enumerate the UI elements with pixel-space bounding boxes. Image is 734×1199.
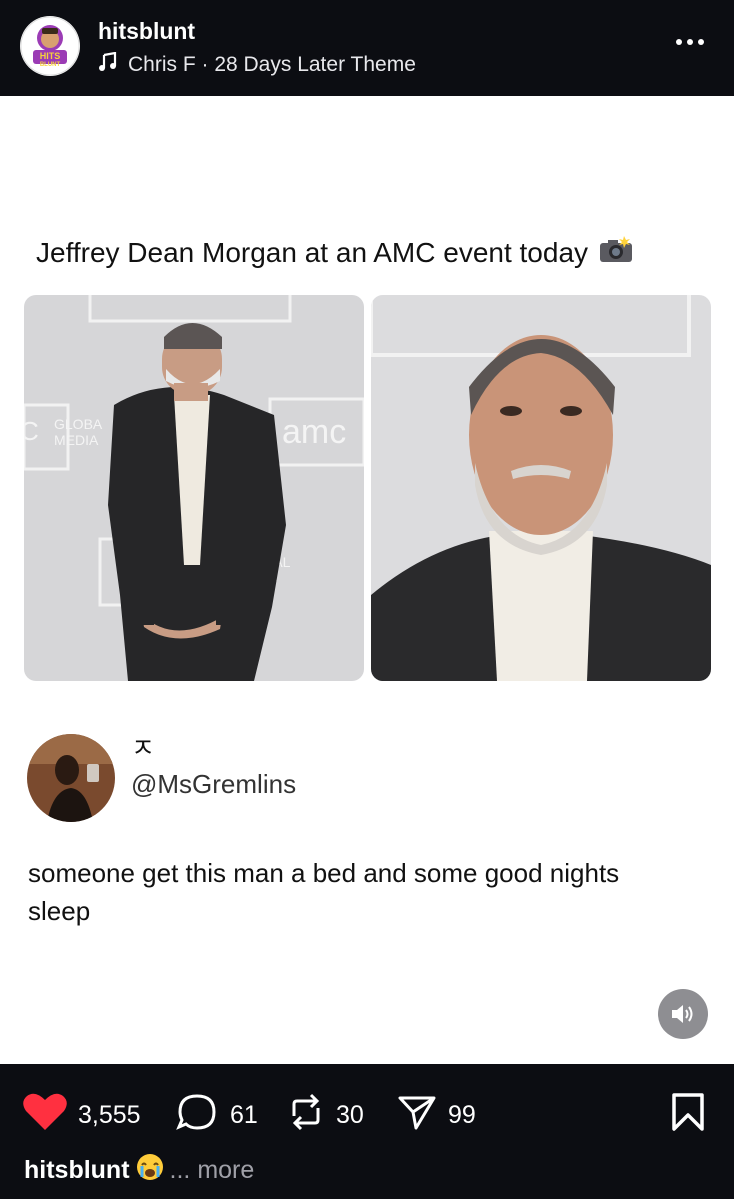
comment-count: 61 [230, 1101, 258, 1129]
music-info[interactable]: Chris F · 28 Days Later Theme [98, 51, 416, 78]
backdrop-text-media: MEDIA [54, 432, 99, 448]
music-note-icon [98, 51, 118, 78]
like-count: 3,555 [78, 1101, 141, 1129]
username[interactable]: hitsblunt [98, 18, 195, 45]
tweet-avatar[interactable] [27, 734, 115, 822]
backdrop-text-globa: GLOBA [54, 416, 103, 432]
share-count: 99 [448, 1101, 476, 1129]
post-content[interactable]: Jeffrey Dean Morgan at an AMC event toda… [0, 96, 734, 1064]
camera-flash-icon [598, 234, 634, 271]
like-button[interactable]: 3,555 [22, 1092, 141, 1139]
repost-count: 30 [336, 1101, 364, 1129]
svg-text:C: C [24, 416, 39, 446]
heart-icon [22, 1092, 68, 1139]
share-button[interactable]: 99 [396, 1092, 476, 1139]
caption-text: Jeffrey Dean Morgan at an AMC event toda… [36, 236, 589, 268]
bookmark-icon[interactable] [670, 1092, 706, 1137]
tweet-text: someone get this man a bed and some good… [28, 858, 620, 926]
music-label: Chris F · 28 Days Later Theme [128, 53, 416, 76]
caption-footer[interactable]: hitsblunt ... more [24, 1153, 254, 1188]
post-header: HITS BLUNT hitsblunt Chris F · 28 Days L… [0, 0, 734, 96]
profile-avatar[interactable]: HITS BLUNT [20, 16, 80, 76]
footer-username[interactable]: hitsblunt [24, 1156, 130, 1185]
repost-icon [286, 1092, 326, 1139]
crying-face-icon [136, 1153, 164, 1188]
send-icon [396, 1092, 438, 1139]
svg-text:BLUNT: BLUNT [40, 62, 61, 68]
post-caption: Jeffrey Dean Morgan at an AMC event toda… [36, 234, 634, 271]
tweet-handle[interactable]: @MsGremlins [131, 769, 296, 800]
photo-closeup[interactable] [371, 295, 711, 681]
more-link[interactable]: ... more [170, 1156, 255, 1185]
svg-text:HITS: HITS [40, 51, 61, 61]
action-bar: 3,555 61 30 99 [0, 1064, 734, 1154]
comment-icon [176, 1092, 220, 1139]
ellipsis-icon[interactable] [676, 32, 708, 52]
speaker-icon[interactable] [658, 989, 708, 1039]
photo-full-body[interactable]: C GLOBA MEDIA amc BAL IA [24, 295, 364, 681]
backdrop-text-amc: amc [282, 413, 346, 451]
tweet-display-name[interactable]: ㅈ [131, 728, 155, 765]
repost-button[interactable]: 30 [286, 1092, 364, 1139]
comment-button[interactable]: 61 [176, 1092, 258, 1139]
